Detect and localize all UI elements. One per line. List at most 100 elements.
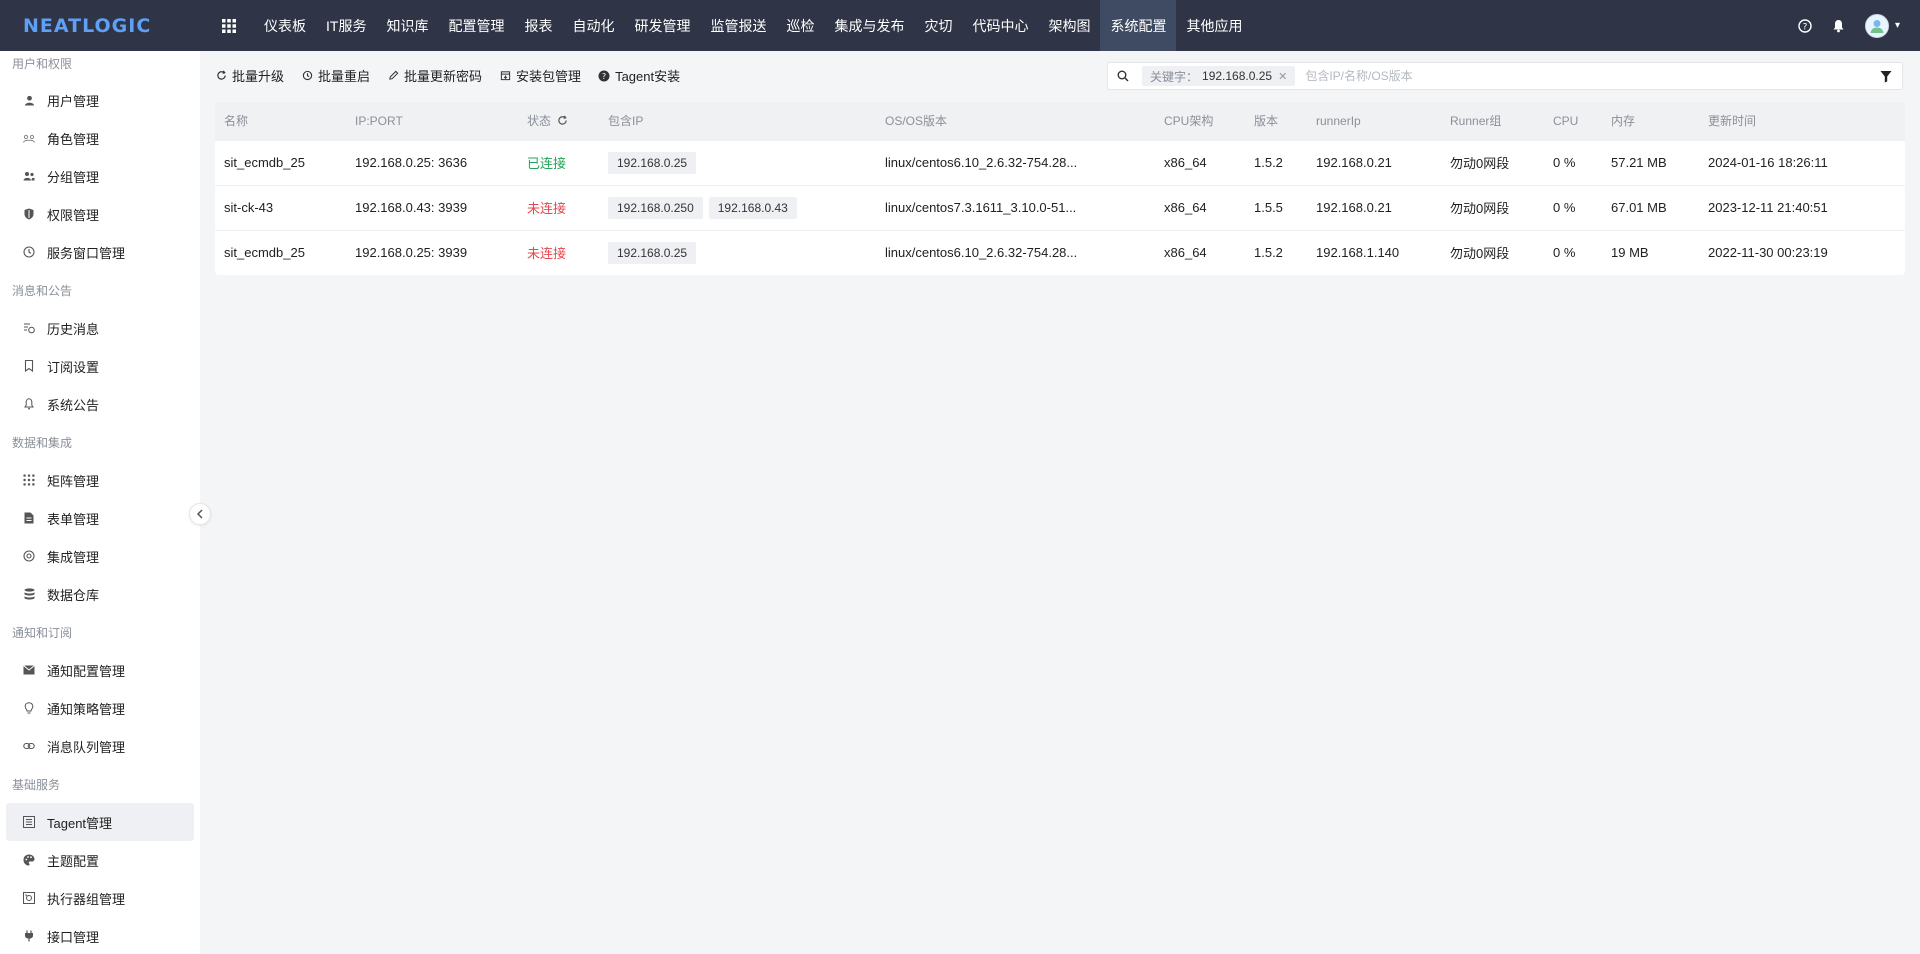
sidebar-item-label: 消息队列管理 bbox=[47, 739, 126, 755]
column-header-status[interactable]: 状态 bbox=[518, 102, 599, 140]
avatar[interactable] bbox=[1864, 13, 1889, 38]
bell-icon[interactable] bbox=[1831, 18, 1847, 34]
cell-ips: 192.168.0.250 192.168.0.43 bbox=[599, 184, 876, 230]
nav-item[interactable]: 自动化 bbox=[562, 0, 624, 51]
sidebar-item[interactable]: 矩阵管理 bbox=[6, 461, 194, 499]
sidebar-item[interactable]: 用户管理 bbox=[6, 81, 194, 119]
sidebar-item[interactable]: 角色管理 bbox=[6, 119, 194, 157]
sidebar-item[interactable]: 通知策略管理 bbox=[6, 689, 194, 727]
role-icon bbox=[23, 132, 35, 144]
sidebar-collapse-button[interactable] bbox=[189, 503, 211, 525]
nav-item[interactable]: 其他应用 bbox=[1176, 0, 1252, 51]
cell-ip-port: 192.168.0.25: 3636 bbox=[346, 139, 518, 185]
integration-icon bbox=[23, 550, 35, 562]
cell-cpu: 0 % bbox=[1544, 184, 1602, 230]
search-input[interactable] bbox=[1305, 69, 1866, 83]
cell-cpu: 0 % bbox=[1544, 229, 1602, 275]
column-header: OS/OS版本 bbox=[876, 102, 1155, 140]
cell-ip-port: 192.168.0.43: 3939 bbox=[346, 184, 518, 230]
column-header: 版本 bbox=[1245, 102, 1307, 140]
sidebar-item[interactable]: 历史消息 bbox=[6, 309, 194, 347]
apps-grid-icon[interactable] bbox=[212, 0, 246, 51]
ip-chip: 192.168.0.43 bbox=[708, 196, 797, 219]
cell-version: 1.5.2 bbox=[1245, 229, 1307, 275]
plug-icon bbox=[23, 930, 35, 942]
nav-item[interactable]: 代码中心 bbox=[962, 0, 1038, 51]
cell-updated: 2024-01-16 18:26:11 bbox=[1699, 139, 1905, 185]
sidebar-item[interactable]: 通知配置管理 bbox=[6, 651, 194, 689]
table-row[interactable]: sit_ecmdb_25 192.168.0.25: 3636 已连接 192.168… bbox=[215, 139, 1905, 185]
nav-item[interactable]: IT服务 bbox=[316, 0, 376, 51]
batch-update-password-button[interactable]: 批量更新密码 bbox=[387, 66, 482, 85]
nav-item[interactable]: 配置管理 bbox=[438, 0, 514, 51]
sidebar-item[interactable]: 权限管理 bbox=[6, 195, 194, 233]
top-right-actions: ? ▾ bbox=[1797, 0, 1900, 51]
refresh-icon[interactable] bbox=[557, 115, 568, 129]
clock-icon bbox=[23, 246, 35, 258]
sidebar-item-label: Tagent管理 bbox=[47, 815, 113, 831]
sidebar-item[interactable]: 数据仓库 bbox=[6, 575, 194, 613]
sidebar-item[interactable]: 消息队列管理 bbox=[6, 727, 194, 765]
tagent-install-button[interactable]: ? Tagent安装 bbox=[598, 66, 680, 85]
nav-item[interactable]: 灾切 bbox=[914, 0, 962, 51]
nav-item[interactable]: 监管报送 bbox=[700, 0, 776, 51]
nav-item[interactable]: 集成与发布 bbox=[824, 0, 914, 51]
nav-item[interactable]: 系统配置 bbox=[1100, 0, 1177, 51]
batch-restart-button[interactable]: 批量重启 bbox=[301, 66, 370, 85]
cell-name: sit_ecmdb_25 bbox=[215, 229, 346, 275]
sidebar-item[interactable]: 系统公告 bbox=[6, 385, 194, 423]
column-header: 更新时间 bbox=[1699, 102, 1905, 140]
cell-runner-ip: 192.168.0.21 bbox=[1307, 139, 1441, 185]
table-row[interactable]: sit_ecmdb_25 192.168.0.25: 3939 未连接 192.168… bbox=[215, 229, 1905, 275]
search-icon bbox=[1108, 70, 1138, 82]
table-row[interactable]: sit-ck-43 192.168.0.43: 3939 未连接 192.168.0.… bbox=[215, 184, 1905, 230]
close-icon[interactable]: ✕ bbox=[1278, 70, 1287, 83]
nav-item[interactable]: 仪表板 bbox=[254, 0, 316, 51]
sidebar-item[interactable]: 执行器组管理 bbox=[6, 879, 194, 917]
search-tag: 关键字： 192.168.0.25 ✕ bbox=[1142, 66, 1296, 86]
cell-os: linux/centos7.3.1611_3.10.0-51... bbox=[876, 184, 1155, 230]
sidebar-group-title: 消息和公告 bbox=[12, 284, 73, 298]
sidebar-item[interactable]: Tagent管理 bbox=[6, 803, 194, 841]
column-header: CPU bbox=[1544, 102, 1602, 140]
filter-icon[interactable] bbox=[1880, 70, 1892, 86]
question-circle-icon: ? bbox=[598, 70, 610, 82]
batch-upgrade-button[interactable]: 批量升级 bbox=[215, 66, 284, 85]
tagent-table: 名称 IP:PORT 状态 包含IP OS/OS版本 CPU架构 版本 runn… bbox=[215, 102, 1905, 275]
column-header: 名称 bbox=[215, 102, 346, 140]
sidebar-item[interactable]: 服务窗口管理 bbox=[6, 233, 194, 271]
cell-name: sit_ecmdb_25 bbox=[215, 139, 346, 185]
sidebar-item-label: 用户管理 bbox=[47, 93, 100, 109]
help-icon[interactable]: ? bbox=[1797, 18, 1813, 34]
chevron-down-icon[interactable]: ▾ bbox=[1895, 20, 1900, 31]
lightbulb-icon bbox=[23, 702, 35, 714]
cell-updated: 2022-11-30 00:23:19 bbox=[1699, 229, 1905, 275]
nav-item[interactable]: 巡检 bbox=[776, 0, 824, 51]
mail-icon bbox=[23, 664, 35, 676]
nav-item[interactable]: 知识库 bbox=[376, 0, 438, 51]
ip-chip: 192.168.0.25 bbox=[608, 241, 697, 264]
svg-text:?: ? bbox=[602, 72, 606, 81]
sidebar-item[interactable]: 接口管理 bbox=[6, 917, 194, 954]
cell-ips: 192.168.0.25 bbox=[599, 229, 876, 275]
nav-item[interactable]: 架构图 bbox=[1038, 0, 1100, 51]
nav-item[interactable]: 报表 bbox=[514, 0, 562, 51]
cell-runner-ip: 192.168.0.21 bbox=[1307, 184, 1441, 230]
logo[interactable]: NEATLOGIC bbox=[0, 0, 174, 51]
sidebar-item[interactable]: 主题配置 bbox=[6, 841, 194, 879]
status-badge: 未连接 bbox=[518, 184, 599, 230]
user-icon bbox=[23, 94, 35, 106]
package-manage-button[interactable]: 安装包管理 bbox=[499, 66, 581, 85]
sidebar-item[interactable]: 订阅设置 bbox=[6, 347, 194, 385]
cell-runner-group: 勿动0网段 bbox=[1441, 184, 1544, 230]
bell-icon bbox=[23, 398, 35, 410]
sidebar-item[interactable]: 表单管理 bbox=[6, 499, 194, 537]
sidebar-item-label: 角色管理 bbox=[47, 131, 100, 147]
sidebar-group-title: 通知和订阅 bbox=[12, 626, 73, 640]
sidebar-group-title: 用户和权限 bbox=[12, 57, 73, 71]
sidebar-item[interactable]: 分组管理 bbox=[6, 157, 194, 195]
sidebar-item[interactable]: 集成管理 bbox=[6, 537, 194, 575]
nav-item[interactable]: 研发管理 bbox=[624, 0, 700, 51]
column-header: CPU架构 bbox=[1155, 102, 1245, 140]
column-header: runnerIp bbox=[1307, 102, 1441, 140]
